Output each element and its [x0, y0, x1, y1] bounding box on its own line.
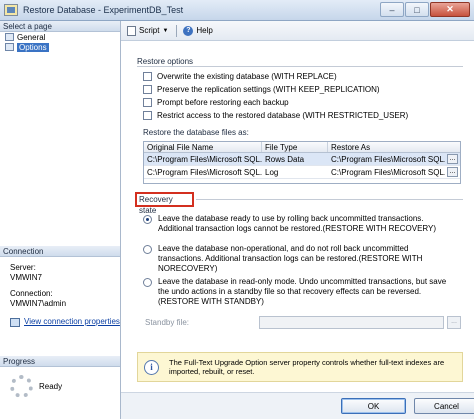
table-row[interactable]: C:\Program Files\Microsoft SQL... Rows D…	[144, 153, 460, 166]
page-icon	[5, 33, 14, 41]
restore-options-label: Restore options	[137, 57, 194, 66]
view-connection-properties-link[interactable]: View connection properties	[10, 317, 120, 327]
script-icon	[127, 25, 136, 36]
help-button[interactable]: ? Help	[183, 25, 213, 36]
dialog-footer: OK Cancel	[121, 392, 474, 419]
radio-label: Leave the database non-operational, and …	[158, 244, 423, 273]
server-value: VMWIN7	[10, 273, 42, 282]
restore-files-label: Restore the database files as:	[143, 128, 249, 137]
page-item-label: Options	[17, 42, 49, 52]
select-page-header: Select a page	[0, 21, 120, 32]
info-bar: i The Full-Text Upgrade Option server pr…	[137, 352, 463, 382]
connection-properties-icon	[10, 317, 20, 327]
overwrite-checkbox[interactable]: Overwrite the existing database (WITH RE…	[143, 72, 337, 81]
cancel-button[interactable]: Cancel	[414, 398, 474, 414]
info-text: The Full-Text Upgrade Option server prop…	[169, 358, 445, 376]
restore-options-divider	[137, 66, 463, 67]
checkbox-label: Prompt before restoring each backup	[157, 98, 289, 107]
help-icon: ?	[183, 25, 194, 36]
radio-button	[143, 278, 152, 287]
checkbox-box	[143, 85, 152, 94]
standby-file-input[interactable]	[259, 316, 444, 329]
table-row[interactable]: C:\Program Files\Microsoft SQL... Log C:…	[144, 166, 460, 179]
info-icon: i	[144, 359, 159, 375]
prompt-before-restore-checkbox[interactable]: Prompt before restoring each backup	[143, 98, 289, 107]
restore-as-cell[interactable]: C:\Program Files\Microsoft SQL...	[328, 166, 445, 178]
restore-as-cell[interactable]: C:\Program Files\Microsoft SQL...	[328, 153, 445, 165]
checkbox-label: Overwrite the existing database (WITH RE…	[157, 72, 337, 81]
standby-file-label: Standby file:	[145, 318, 190, 327]
grid-header: Original File Name File Type Restore As	[144, 142, 460, 153]
column-header-restore-as[interactable]: Restore As	[328, 142, 460, 152]
radio-with-recovery[interactable]: Leave the database ready to use by rolli…	[143, 214, 448, 234]
checkbox-box	[143, 111, 152, 120]
file-type-cell: Rows Data	[265, 155, 305, 164]
ok-button[interactable]: OK	[341, 398, 406, 414]
original-file-name-cell: C:\Program Files\Microsoft SQL...	[147, 155, 262, 164]
column-header-file-type[interactable]: File Type	[262, 142, 328, 152]
chevron-down-icon: ▼	[162, 27, 169, 34]
recovery-state-divider	[196, 199, 463, 200]
progress-header: Progress	[0, 356, 120, 367]
checkbox-label: Preserve the replication settings (WITH …	[157, 85, 380, 94]
original-file-name-cell: C:\Program Files\Microsoft SQL...	[147, 168, 262, 177]
page-item-general[interactable]: General	[0, 32, 120, 42]
standby-browse-button[interactable]: ...	[447, 316, 461, 329]
connection-value: VMWIN7\admin	[10, 299, 67, 308]
browse-restore-as-button[interactable]: ...	[447, 167, 458, 177]
connection-label: Connection:	[10, 289, 53, 298]
keep-replication-checkbox[interactable]: Preserve the replication settings (WITH …	[143, 85, 380, 94]
window-title: Restore Database - ExperimentDB_Test	[23, 5, 184, 15]
script-button[interactable]: Script ▼	[127, 25, 169, 36]
toolbar-divider	[176, 24, 178, 37]
radio-label: Leave the database ready to use by rolli…	[158, 214, 437, 233]
checkbox-box	[143, 72, 152, 81]
browse-restore-as-button[interactable]: ...	[447, 154, 458, 164]
left-pane: Select a page General Options Connection…	[0, 21, 121, 419]
title-bar: Restore Database - ExperimentDB_Test – □…	[0, 0, 474, 21]
checkbox-box	[143, 98, 152, 107]
close-button[interactable]: ✕	[430, 2, 470, 17]
radio-with-standby[interactable]: Leave the database in read-only mode. Un…	[143, 277, 448, 307]
help-label: Help	[196, 26, 213, 35]
connection-header: Connection	[0, 246, 120, 257]
checkbox-label: Restrict access to the restored database…	[157, 111, 409, 120]
window-controls: – □ ✕	[380, 2, 470, 17]
progress-spinner-icon	[10, 375, 33, 398]
page-item-label: General	[17, 32, 46, 42]
radio-label: Leave the database in read-only mode. Un…	[158, 277, 447, 306]
minimize-button[interactable]: –	[380, 2, 404, 17]
toolbar: Script ▼ ? Help	[121, 21, 474, 41]
column-header-original-file-name[interactable]: Original File Name	[144, 142, 262, 152]
restricted-user-checkbox[interactable]: Restrict access to the restored database…	[143, 111, 408, 120]
restore-database-icon	[4, 4, 18, 16]
radio-button	[143, 245, 152, 254]
radio-with-norecovery[interactable]: Leave the database non-operational, and …	[143, 244, 448, 274]
file-type-cell: Log	[265, 168, 279, 177]
progress-section: Progress Ready	[0, 356, 120, 398]
recovery-state-label: Recovery state	[135, 192, 194, 215]
page-item-options[interactable]: Options	[0, 42, 120, 52]
server-label: Server:	[10, 263, 36, 272]
page-icon	[5, 43, 14, 51]
view-connection-properties-text: View connection properties	[24, 317, 120, 326]
script-label: Script	[139, 26, 160, 35]
restore-files-grid: Original File Name File Type Restore As …	[143, 141, 461, 184]
connection-section: Connection Server: VMWIN7 Connection: VM…	[0, 246, 120, 327]
maximize-button[interactable]: □	[405, 2, 429, 17]
radio-button-selected	[143, 215, 152, 224]
progress-status: Ready	[39, 382, 63, 391]
